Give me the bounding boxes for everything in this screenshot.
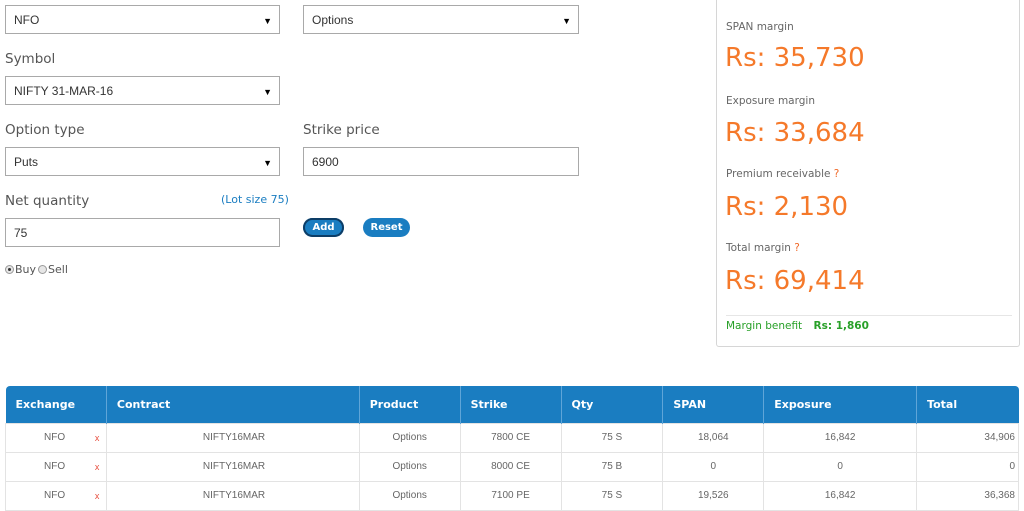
margin-summary-panel: SPAN margin Rs: 35,730 Exposure margin R… [716,0,1020,347]
cell-strike: 7100 PE [459,480,562,511]
margin-benefit: Margin benefit Rs: 1,860 [726,320,869,332]
cell-exposure: 16,842 [763,422,918,453]
span-margin-label: SPAN margin [726,21,794,33]
table-row: NFO x NIFTY16MAR Options 7800 CE 75 S 18… [5,422,1019,453]
cell-span: 19,526 [662,480,765,511]
total-margin-label: Total margin ? [726,242,800,254]
margin-benefit-label: Margin benefit [726,320,803,332]
cell-span: 0 [662,451,765,482]
cell-total: 0 [916,451,1019,482]
cell-qty: 75 S [560,422,664,453]
table-header-row: Exchange Contract Product Strike Qty SPA… [5,386,1019,423]
cell-exposure: 0 [763,451,918,482]
premium-receivable-label: Premium receivable ? [726,168,839,180]
cell-strike: 8000 CE [459,451,562,482]
cell-product: Options [358,451,461,482]
sell-radio-label[interactable]: Sell [48,263,68,276]
help-icon[interactable]: ? [794,242,800,254]
positions-table: Exchange Contract Product Strike Qty SPA… [5,386,1019,511]
dropdown-arrow-icon: ▼ [562,16,571,26]
lot-size-note: (Lot size 75) [221,193,289,206]
cell-contract: x NIFTY16MAR [95,480,360,511]
cell-contract: x NIFTY16MAR [95,422,360,453]
summary-divider [726,315,1012,316]
dropdown-arrow-icon: ▼ [263,158,272,168]
product-value: Options [312,13,354,27]
total-margin-text: Total margin [726,242,791,254]
exposure-margin-label: Exposure margin [726,95,815,107]
dropdown-arrow-icon: ▼ [263,16,272,26]
symbol-label: Symbol [5,51,56,67]
net-quantity-value: 75 [14,226,28,240]
header-contract: Contract [106,386,360,423]
cell-exchange: NFO [5,451,107,482]
margin-benefit-value: Rs: 1,860 [813,320,869,332]
delete-row-icon[interactable]: x [95,491,100,501]
cell-span: 18,064 [662,422,765,453]
contract-name: NIFTY16MAR [202,461,266,472]
option-type-value: Puts [14,155,39,169]
header-total: Total [916,386,1019,423]
cell-total: 36,368 [916,480,1019,511]
delete-row-icon[interactable]: x [95,433,100,443]
delete-row-icon[interactable]: x [95,462,100,472]
add-button[interactable]: Add [303,218,344,237]
header-product: Product [359,386,461,423]
header-exchange: Exchange [5,386,107,423]
cell-contract: x NIFTY16MAR [95,451,360,482]
header-strike: Strike [460,386,562,423]
cell-exchange: NFO [5,480,107,511]
help-icon[interactable]: ? [834,168,840,180]
span-margin-value: Rs: 35,730 [725,43,865,73]
reset-button[interactable]: Reset [363,218,410,237]
strike-price-label: Strike price [303,122,380,138]
header-exposure: Exposure [763,386,918,423]
net-quantity-input[interactable]: 75 [5,218,280,247]
net-quantity-label: Net quantity [5,193,90,209]
exposure-margin-value: Rs: 33,684 [725,118,865,148]
product-select[interactable]: Options ▼ [303,5,579,34]
cell-product: Options [358,422,461,453]
strike-price-input[interactable]: 6900 [303,147,579,176]
cell-exposure: 16,842 [763,480,918,511]
cell-strike: 7800 CE [459,422,562,453]
exchange-select[interactable]: NFO ▼ [5,5,280,34]
symbol-select[interactable]: NIFTY 31-MAR-16 ▼ [5,76,280,105]
side-radio-group: Buy Sell [5,263,68,276]
dropdown-arrow-icon: ▼ [263,87,272,97]
option-type-select[interactable]: Puts ▼ [5,147,280,176]
contract-name: NIFTY16MAR [202,490,266,501]
strike-price-value: 6900 [312,155,339,169]
option-type-label: Option type [5,122,85,138]
total-margin-value: Rs: 69,414 [725,266,865,296]
cell-total: 34,906 [916,422,1019,453]
premium-receivable-value: Rs: 2,130 [725,192,849,222]
cell-qty: 75 S [560,480,664,511]
cell-exchange: NFO [5,422,107,453]
premium-receivable-text: Premium receivable [726,168,831,180]
header-span: SPAN [662,386,765,423]
table-row: NFO x NIFTY16MAR Options 7100 PE 75 S 19… [5,480,1019,511]
symbol-value: NIFTY 31-MAR-16 [14,84,114,98]
buy-radio[interactable] [5,265,14,274]
contract-name: NIFTY16MAR [202,432,266,443]
buy-radio-label[interactable]: Buy [15,263,36,276]
cell-qty: 75 B [560,451,664,482]
sell-radio[interactable] [38,265,48,274]
table-row: NFO x NIFTY16MAR Options 8000 CE 75 B 0 … [5,451,1019,482]
positions-table-wrapper: Exchange Contract Product Strike Qty SPA… [5,386,1019,511]
cell-product: Options [358,480,461,511]
header-qty: Qty [561,386,664,423]
exchange-value: NFO [14,13,40,27]
